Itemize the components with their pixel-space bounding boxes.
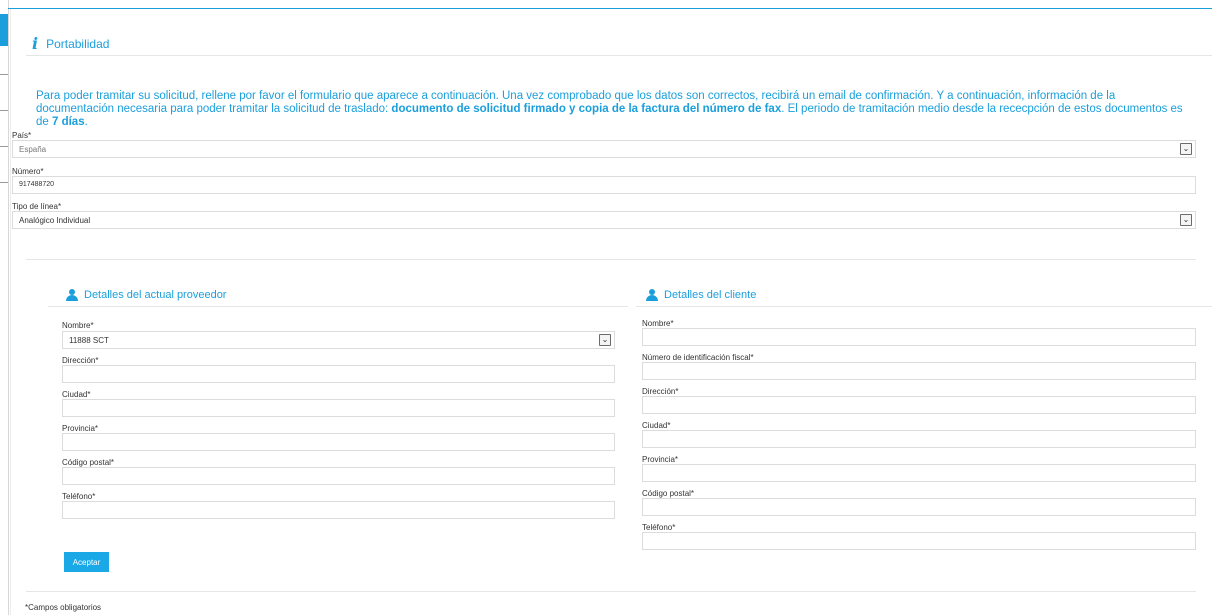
form-divider <box>26 259 1196 260</box>
cliente-telefono-input[interactable] <box>642 532 1196 550</box>
intro-text: Para poder tramitar su solicitud, rellen… <box>36 90 1196 129</box>
info-icon: i <box>32 34 39 53</box>
proveedor-nombre-value: 11888 SCT <box>69 336 109 345</box>
section-title: Portabilidad <box>46 36 110 51</box>
cliente-nif-input[interactable] <box>642 362 1196 380</box>
cliente-provincia-label: Provincia* <box>642 455 679 464</box>
proveedor-divider <box>48 306 628 307</box>
tipo-linea-value: Analógico Individual <box>19 216 91 225</box>
left-rail-divider <box>0 182 8 183</box>
proveedor-provincia-label: Provincia* <box>62 424 99 433</box>
person-icon <box>66 289 78 301</box>
chevron-down-icon[interactable]: ⌄ <box>599 334 611 346</box>
left-rail-active-marker[interactable] <box>0 14 8 46</box>
pais-select[interactable]: España ⌄ <box>12 140 1196 158</box>
tipo-linea-label: Tipo de línea* <box>12 202 62 211</box>
pais-label: País* <box>12 131 32 140</box>
cliente-nif-label: Número de identificación fiscal* <box>642 353 754 362</box>
cliente-codigo-postal-input[interactable] <box>642 498 1196 516</box>
numero-input[interactable]: 917488720 <box>12 176 1196 194</box>
cliente-ciudad-label: Ciudad* <box>642 421 671 430</box>
proveedor-telefono-label: Teléfono* <box>62 492 96 501</box>
person-icon <box>646 289 658 301</box>
cliente-direccion-label: Dirección* <box>642 387 679 396</box>
proveedor-direccion-label: Dirección* <box>62 356 99 365</box>
cliente-title: Detalles del cliente <box>664 289 757 301</box>
proveedor-direccion-input[interactable] <box>62 365 615 383</box>
intro-text-part: . <box>84 116 88 128</box>
proveedor-codigo-postal-label: Código postal* <box>62 458 115 467</box>
section-divider <box>26 55 1212 56</box>
pais-value: España <box>19 145 47 154</box>
cliente-divider <box>636 306 1212 307</box>
section-header: i Portabilidad <box>32 34 109 53</box>
proveedor-ciudad-input[interactable] <box>62 399 615 417</box>
proveedor-title: Detalles del actual proveedor <box>84 289 227 301</box>
cliente-nombre-input[interactable] <box>642 328 1196 346</box>
left-rail <box>0 0 9 615</box>
left-rail-divider <box>0 110 8 111</box>
required-fields-note: *Campos obligatorios <box>25 603 102 612</box>
tipo-linea-select[interactable]: Analógico Individual ⌄ <box>12 211 1196 229</box>
left-rail-divider <box>0 146 8 147</box>
accept-button[interactable]: Aceptar <box>64 552 109 572</box>
cliente-codigo-postal-label: Código postal* <box>642 489 695 498</box>
cliente-nombre-label: Nombre* <box>642 319 674 328</box>
proveedor-telefono-input[interactable] <box>62 501 615 519</box>
numero-label: Número* <box>12 167 44 176</box>
cliente-telefono-label: Teléfono* <box>642 523 676 532</box>
cliente-ciudad-input[interactable] <box>642 430 1196 448</box>
intro-text-required-docs: documento de solicitud firmado y copia d… <box>391 103 782 115</box>
intro-text-processing-time: 7 días <box>52 116 85 128</box>
proveedor-nombre-label: Nombre* <box>62 321 94 330</box>
chevron-down-icon[interactable]: ⌄ <box>1180 143 1192 155</box>
proveedor-provincia-input[interactable] <box>62 433 615 451</box>
proveedor-codigo-postal-input[interactable] <box>62 467 615 485</box>
numero-value: 917488720 <box>19 181 55 188</box>
cliente-provincia-input[interactable] <box>642 464 1196 482</box>
chevron-down-icon[interactable]: ⌄ <box>1180 214 1192 226</box>
proveedor-nombre-select[interactable]: 11888 SCT ⌄ <box>62 331 615 349</box>
left-rail-divider <box>0 74 8 75</box>
footer-divider <box>26 591 1196 592</box>
proveedor-ciudad-label: Ciudad* <box>62 390 91 399</box>
cliente-direccion-input[interactable] <box>642 396 1196 414</box>
proveedor-header: Detalles del actual proveedor <box>66 289 226 301</box>
cliente-header: Detalles del cliente <box>646 289 756 301</box>
